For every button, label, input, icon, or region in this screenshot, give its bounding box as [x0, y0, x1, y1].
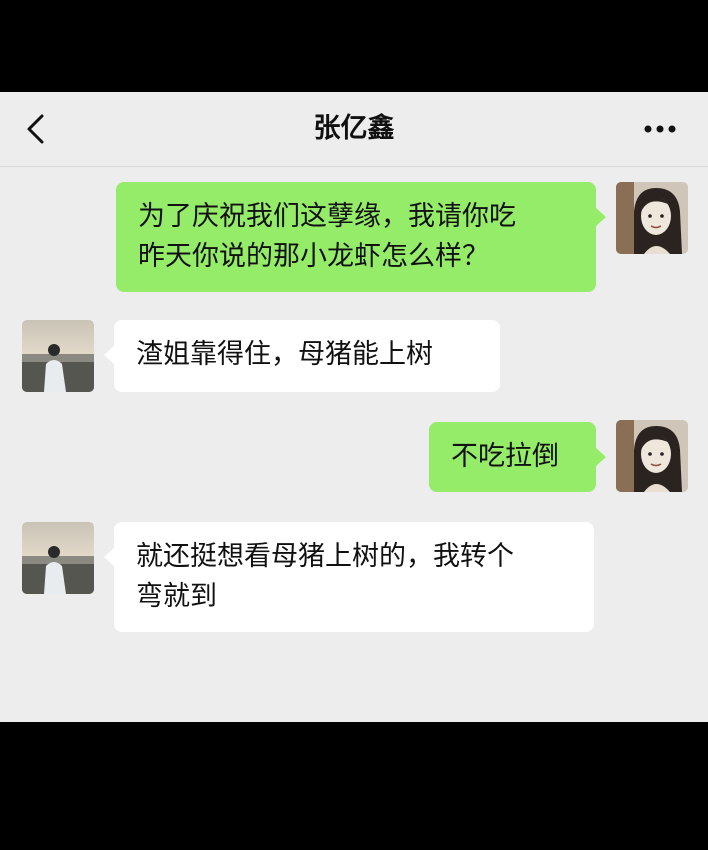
avatar-image-man	[22, 320, 94, 392]
bubble-tail	[596, 448, 606, 466]
message-bubble-received[interactable]: 渣姐靠得住，母猪能上树	[114, 320, 500, 392]
contact-avatar[interactable]	[22, 522, 94, 594]
more-button[interactable]	[642, 120, 678, 138]
chat-screen: 张亿鑫 为了庆祝我们这孽缘，我请你吃 昨天你说的那小龙虾怎么样？ 渣姐靠得住，母…	[0, 92, 708, 722]
message-bubble-sent[interactable]: 为了庆祝我们这孽缘，我请你吃 昨天你说的那小龙虾怎么样？	[116, 182, 596, 292]
avatar-image-woman	[616, 182, 688, 254]
my-avatar[interactable]	[616, 182, 688, 254]
chat-title: 张亿鑫	[313, 113, 395, 144]
message-bubble-received[interactable]: 就还挺想看母猪上树的，我转个 弯就到	[114, 522, 594, 632]
avatar-image-man	[22, 522, 94, 594]
avatar-image-woman	[616, 420, 688, 492]
message-bubble-sent[interactable]: 不吃拉倒	[429, 422, 596, 492]
bubble-tail	[596, 208, 606, 226]
chat-header: 张亿鑫	[0, 92, 708, 167]
my-avatar[interactable]	[616, 420, 688, 492]
contact-avatar[interactable]	[22, 320, 94, 392]
bubble-tail	[104, 346, 114, 364]
bubble-tail	[104, 548, 114, 566]
more-dots-icon	[644, 125, 676, 133]
